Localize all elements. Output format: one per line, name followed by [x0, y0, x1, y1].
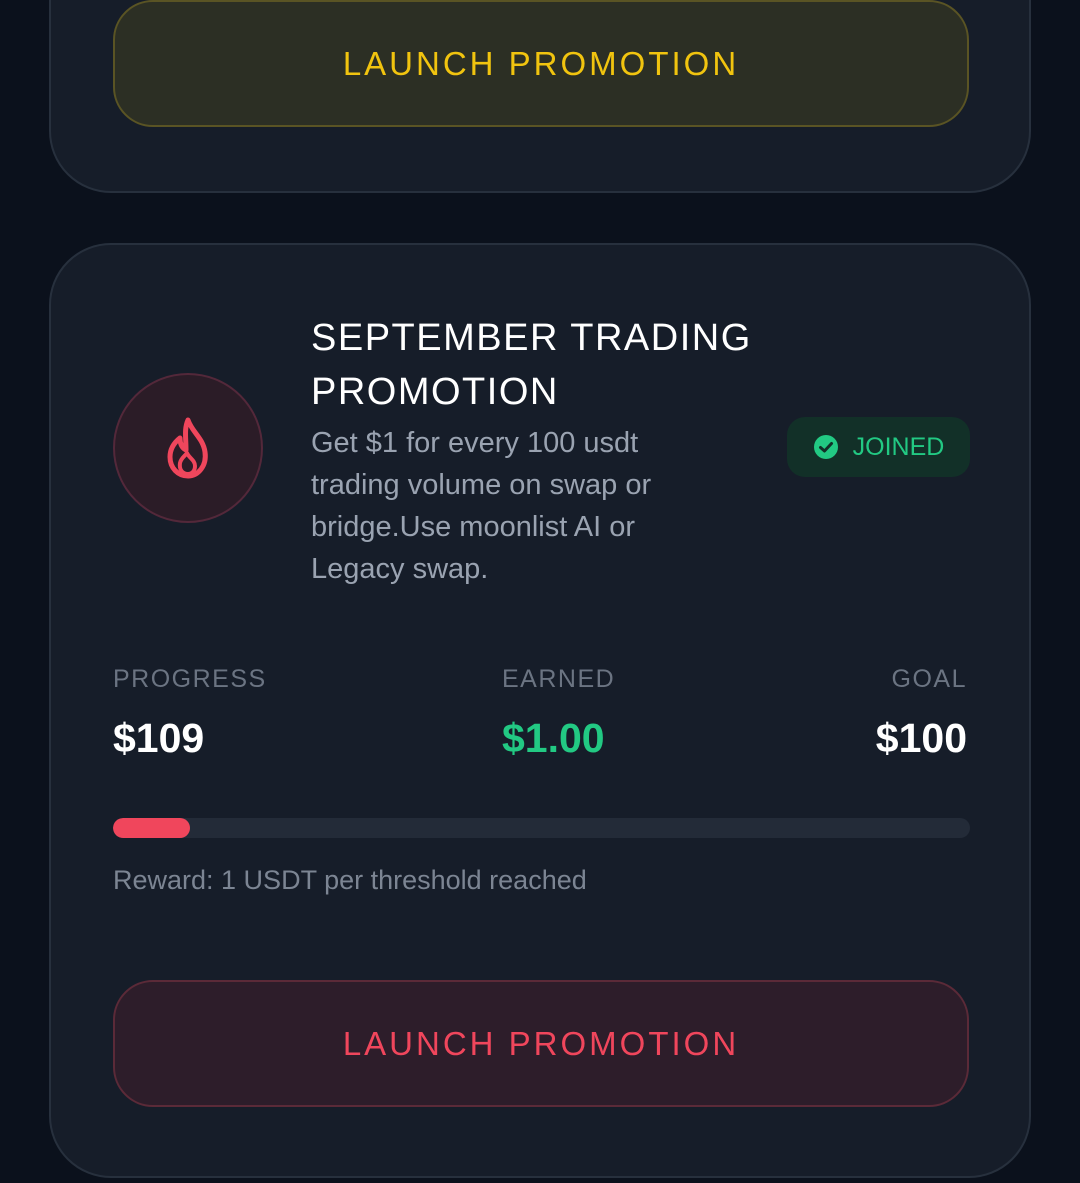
goal-label: GOAL	[891, 665, 967, 693]
reward-info: Reward: 1 USDT per threshold reached	[113, 865, 587, 895]
goal-value: $100	[875, 715, 967, 761]
promotions-page: LAUNCH PROMOTION SEPTEMBER TRADING PROMO…	[0, 0, 1080, 1183]
promotion-description: Get $1 for every 100 usdt trading volume…	[311, 427, 652, 585]
progress-label: PROGRESS	[113, 665, 267, 693]
promotion-title: SEPTEMBER TRADING PROMOTION	[311, 317, 752, 413]
joined-badge: JOINED	[787, 417, 970, 477]
check-circle-icon	[813, 435, 838, 459]
progress-value: $109	[113, 715, 205, 761]
september-promotion-card: SEPTEMBER TRADING PROMOTION Get $1 for e…	[49, 243, 1031, 1178]
previous-promotion-card: LAUNCH PROMOTION	[49, 0, 1031, 193]
flame-icon	[167, 417, 208, 479]
promotion-icon-badge	[113, 373, 263, 523]
joined-label: JOINED	[852, 432, 945, 461]
earned-value: $1.00	[502, 715, 605, 761]
launch-promotion-button[interactable]: LAUNCH PROMOTION	[113, 980, 969, 1107]
earned-label: EARNED	[502, 665, 616, 693]
launch-promotion-button[interactable]: LAUNCH PROMOTION	[113, 0, 969, 127]
progress-bar	[113, 818, 970, 838]
progress-bar-fill	[113, 818, 191, 838]
